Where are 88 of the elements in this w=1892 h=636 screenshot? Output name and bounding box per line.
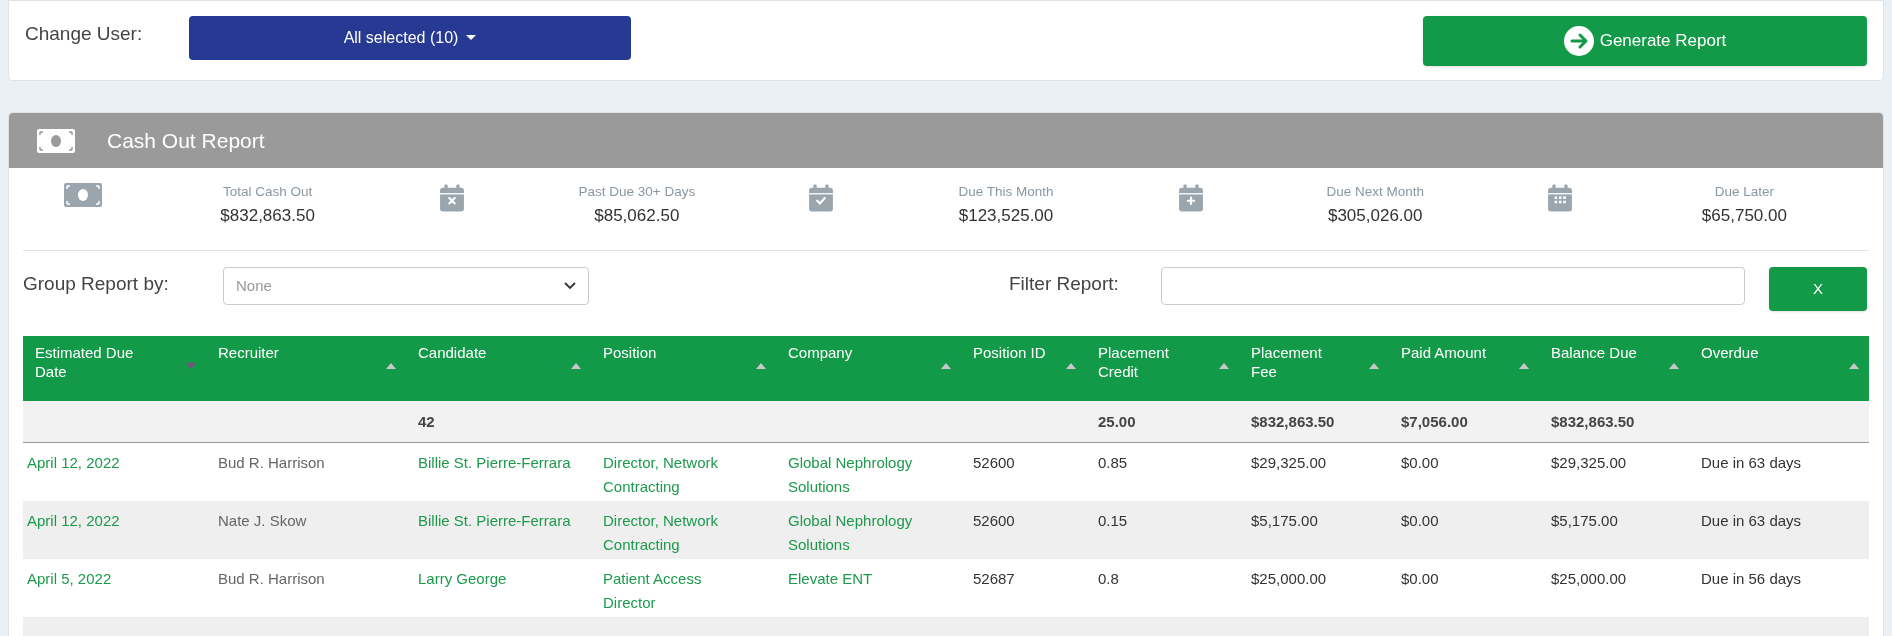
table-cell-text: $29,325.00 [1251,453,1327,473]
table-link[interactable]: Global Nephrology Solutions [788,451,938,499]
calendar-icon [1546,183,1573,213]
stat-label: Due This Month [958,183,1054,201]
total-cell: 25.00 [1098,412,1136,430]
clear-filter-button[interactable]: X [1769,267,1867,311]
banknote-icon [64,183,102,207]
sort-icon[interactable] [756,363,766,369]
table-link[interactable]: Patient Access Director [603,567,753,615]
stat-label: Due Next Month [1326,183,1424,201]
group-by-label: Group Report by: [23,272,170,296]
column-header[interactable]: Recruiter [206,336,406,401]
table-cell-text: $25,000.00 [1251,569,1327,589]
total-cell: 42 [418,412,435,430]
table-cell-text: Due in 56 days [1701,569,1802,589]
table-cell-text: $5,175.00 [1251,511,1318,531]
arrow-right-icon [1563,26,1594,56]
total-cell: $832,863.50 [1551,412,1635,430]
filter-label: Filter Report: [1009,272,1120,296]
column-header[interactable]: Candidate [406,336,591,401]
table-link[interactable]: April 5, 2022 [27,567,112,591]
column-header[interactable]: Paid Amount [1389,336,1539,401]
table-cell-text: $0.00 [1401,511,1439,531]
table-cell-text: 0.8 [1098,569,1119,589]
table-link[interactable]: Director, Network Contracting [603,451,753,499]
sort-icon[interactable] [1849,363,1859,369]
table-link[interactable]: Global Nephrology Solutions [788,509,938,557]
table-cell-text: Due in 63 days [1701,511,1802,531]
stat-value: $305,026.00 [1327,205,1423,228]
table-link[interactable]: Elevate ENT [788,567,873,591]
table-link[interactable]: Billie St. Pierre-Ferrara [418,509,571,533]
stat-value: $123,525.00 [958,205,1054,228]
generate-report-button[interactable]: Generate Report [1423,16,1867,66]
stat-value: $65,750.00 [1701,205,1787,228]
table-cell-text: $0.00 [1401,453,1439,473]
table-link[interactable]: Director, Network Contracting [603,509,753,557]
column-header[interactable]: Position [591,336,776,401]
sort-icon[interactable] [1369,363,1379,369]
column-header[interactable]: Overdue [1689,336,1869,401]
sort-icon[interactable] [1669,363,1679,369]
stat-value: $85,062.50 [594,205,680,228]
stat-label: Total Cash Out [222,183,313,201]
report-title: Cash Out Report [107,127,265,154]
table-cell-text: 0.85 [1098,453,1128,473]
table-cell-text: Bud R. Harrison [218,569,325,589]
table-link[interactable]: April 12, 2022 [27,509,120,533]
sort-icon[interactable] [1519,363,1529,369]
group-by-select[interactable]: None [223,267,589,305]
column-header[interactable]: Company [776,336,961,401]
stat-value: $832,863.50 [220,205,315,228]
caret-icon [466,35,477,41]
chevron-down-icon [564,282,576,290]
table-cell-text: 52687 [973,569,1015,589]
column-header[interactable]: Balance Due [1539,336,1689,401]
sort-icon[interactable] [1066,363,1076,369]
calendar-icon [1177,183,1204,213]
sort-icon[interactable] [386,363,396,369]
calendar-icon [808,183,835,213]
user-dropdown[interactable]: All selected (10) [189,16,631,60]
table-link[interactable]: Billie St. Pierre-Ferrara [418,451,571,475]
total-cell: $7,056.00 [1401,412,1468,430]
banknote-icon [37,128,75,153]
filter-input[interactable] [1161,267,1745,305]
stat-label: Due Later [1714,183,1775,201]
table-cell-text: 52600 [973,511,1015,531]
table-cell-text: 0.15 [1098,511,1128,531]
table-cell-text: $5,175.00 [1551,511,1618,531]
sort-icon[interactable] [941,363,951,369]
total-cell: $832,863.50 [1251,412,1335,430]
stat-label: Past Due 30+ Days [578,183,696,201]
column-header[interactable]: Placement Fee [1239,336,1389,401]
change-user-label: Change User: [25,22,144,46]
sort-icon[interactable] [1219,363,1229,369]
table-cell-text: $0.00 [1401,569,1439,589]
table-cell-text: Nate J. Skow [218,511,307,531]
sort-icon[interactable] [571,363,581,369]
table-cell-text: $25,000.00 [1551,569,1627,589]
table-cell-text: $29,325.00 [1551,453,1627,473]
calendar-icon [439,183,466,213]
table-cell-text: Bud R. Harrison [218,453,325,473]
table-link[interactable]: April 12, 2022 [27,451,120,475]
table-cell-text: 52600 [973,453,1015,473]
table-link[interactable]: Larry George [418,567,507,591]
column-header[interactable]: Placement Credit [1086,336,1239,401]
sort-descending-icon[interactable] [186,363,196,369]
table-cell-text: Due in 63 days [1701,453,1802,473]
column-header[interactable]: Position ID [961,336,1086,401]
column-header[interactable]: Estimated Due Date [23,336,206,401]
